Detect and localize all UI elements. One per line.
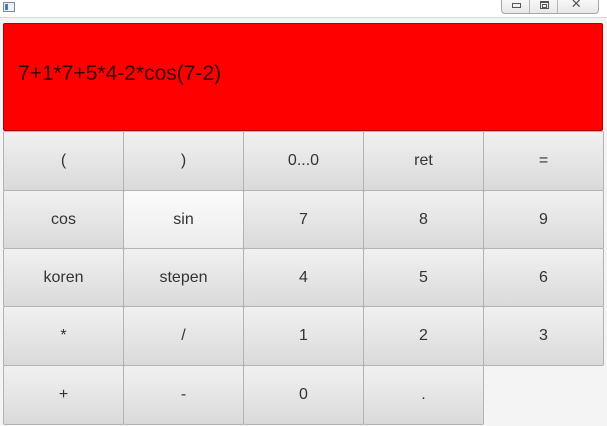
close-icon: ✕ — [570, 0, 582, 12]
ret-button[interactable]: ret — [363, 131, 484, 191]
close-button[interactable]: ✕ — [556, 0, 598, 13]
digit-6-button[interactable]: 6 — [483, 248, 604, 307]
maximize-icon — [539, 1, 549, 9]
plus-button[interactable]: + — [3, 365, 124, 425]
zeros-button[interactable]: 0...0 — [243, 131, 364, 191]
keypad: ( ) 0...0 ret = cos sin 7 8 9 koren step… — [3, 131, 604, 425]
koren-button[interactable]: koren — [3, 248, 124, 307]
digit-9-button[interactable]: 9 — [483, 190, 604, 249]
window-controls: ✕ — [501, 0, 599, 14]
sin-button[interactable]: sin — [123, 190, 244, 249]
title-bar: ✕ — [0, 0, 607, 18]
multiply-button[interactable]: * — [3, 306, 124, 366]
minus-button[interactable]: - — [123, 365, 244, 425]
expression-text: 7+1*7+5*4-2*cos(7-2) — [18, 62, 222, 85]
digit-3-button[interactable]: 3 — [483, 306, 604, 366]
minimize-button[interactable] — [502, 0, 529, 13]
equals-button[interactable]: = — [483, 131, 604, 191]
digit-2-button[interactable]: 2 — [363, 306, 484, 366]
digit-1-button[interactable]: 1 — [243, 306, 364, 366]
digit-8-button[interactable]: 8 — [363, 190, 484, 249]
digit-7-button[interactable]: 7 — [243, 190, 364, 249]
decimal-point-button[interactable]: . — [363, 365, 484, 425]
divide-button[interactable]: / — [123, 306, 244, 366]
app-icon — [3, 2, 15, 12]
close-paren-button[interactable]: ) — [123, 131, 244, 191]
minimize-icon — [512, 3, 521, 8]
cos-button[interactable]: cos — [3, 190, 124, 249]
digit-5-button[interactable]: 5 — [363, 248, 484, 307]
stepen-button[interactable]: stepen — [123, 248, 244, 307]
maximize-button[interactable] — [528, 0, 557, 13]
open-paren-button[interactable]: ( — [3, 131, 124, 191]
digit-4-button[interactable]: 4 — [243, 248, 364, 307]
digit-0-button[interactable]: 0 — [243, 365, 364, 425]
calculator-display: 7+1*7+5*4-2*cos(7-2) — [3, 23, 603, 131]
